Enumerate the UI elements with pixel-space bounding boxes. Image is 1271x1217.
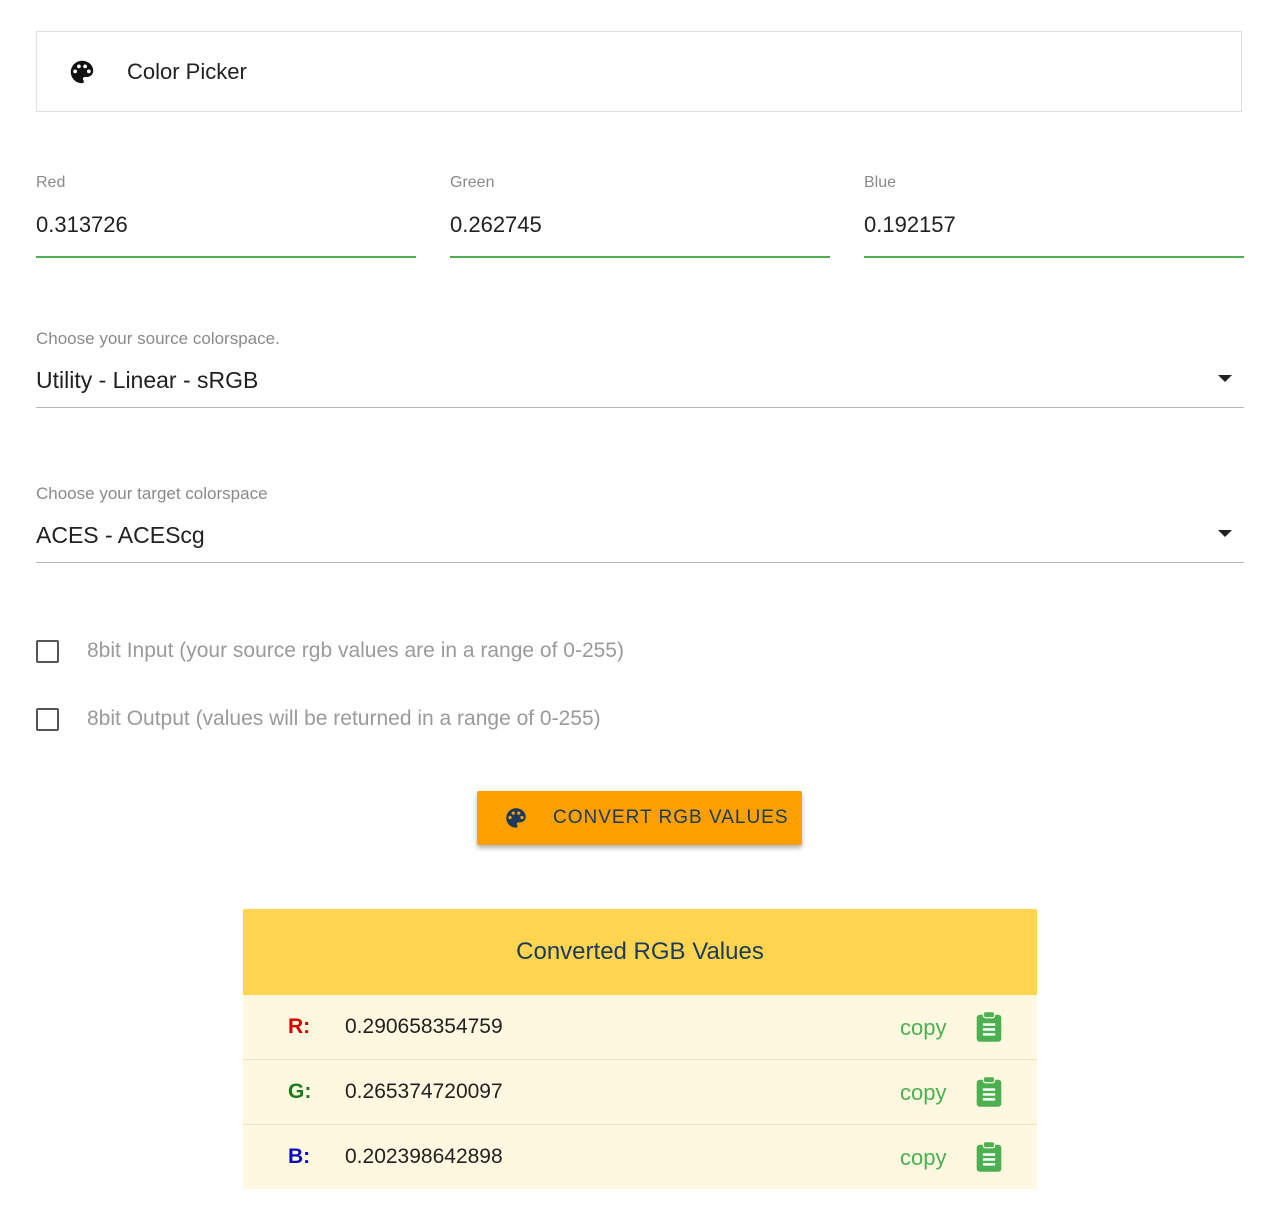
8bit-input-label[interactable]: 8bit Input (your source rgb values are i… bbox=[87, 639, 624, 663]
copy-link-b[interactable]: copy bbox=[900, 1145, 946, 1171]
source-colorspace-label: Choose your source colorspace. bbox=[36, 329, 280, 348]
channel-label-g: G: bbox=[288, 1080, 312, 1103]
clipboard-icon[interactable] bbox=[974, 1076, 1004, 1108]
blue-underline bbox=[864, 256, 1244, 258]
converted-values-title: Converted RGB Values bbox=[243, 909, 1037, 995]
app-title: Color Picker bbox=[127, 58, 247, 84]
source-colorspace-value[interactable]: Utility - Linear - sRGB bbox=[36, 367, 258, 394]
green-underline bbox=[450, 256, 830, 258]
blue-field[interactable]: Blue 0.192157 bbox=[864, 172, 1244, 260]
result-row-b: B: 0.202398642898 copy bbox=[243, 1125, 1037, 1189]
source-underline bbox=[36, 407, 1244, 408]
result-value-r: 0.290658354759 bbox=[345, 1015, 503, 1038]
8bit-input-checkbox[interactable] bbox=[36, 639, 59, 663]
blue-input[interactable]: 0.192157 bbox=[864, 212, 956, 238]
target-colorspace-select[interactable]: Choose your target colorspace ACES - ACE… bbox=[36, 484, 1244, 564]
converted-values-panel: Converted RGB Values R: 0.290658354759 c… bbox=[243, 909, 1037, 1189]
red-field[interactable]: Red 0.313726 bbox=[36, 172, 416, 260]
target-colorspace-label: Choose your target colorspace bbox=[36, 484, 268, 503]
palette-icon bbox=[70, 60, 94, 83]
dropdown-arrow-icon[interactable] bbox=[1218, 375, 1232, 382]
target-colorspace-value[interactable]: ACES - ACEScg bbox=[36, 522, 205, 549]
red-input[interactable]: 0.313726 bbox=[36, 212, 128, 238]
8bit-output-option[interactable]: 8bit Output (values will be returned in … bbox=[36, 707, 601, 731]
green-field[interactable]: Green 0.262745 bbox=[450, 172, 830, 260]
result-row-r: R: 0.290658354759 copy bbox=[243, 995, 1037, 1060]
8bit-output-checkbox[interactable] bbox=[36, 707, 59, 731]
green-input[interactable]: 0.262745 bbox=[450, 212, 542, 238]
clipboard-icon[interactable] bbox=[974, 1141, 1004, 1173]
result-row-g: G: 0.265374720097 copy bbox=[243, 1060, 1037, 1125]
8bit-output-label[interactable]: 8bit Output (values will be returned in … bbox=[87, 707, 601, 731]
red-underline bbox=[36, 256, 416, 258]
channel-label-b: B: bbox=[288, 1145, 311, 1168]
result-value-g: 0.265374720097 bbox=[345, 1080, 503, 1103]
convert-button-label: CONVERT RGB VALUES bbox=[553, 807, 789, 828]
red-label: Red bbox=[36, 174, 66, 191]
dropdown-arrow-icon[interactable] bbox=[1218, 530, 1232, 537]
blue-label: Blue bbox=[864, 174, 897, 191]
convert-rgb-button[interactable]: CONVERT RGB VALUES bbox=[477, 791, 802, 845]
copy-link-g[interactable]: copy bbox=[900, 1080, 946, 1106]
green-label: Green bbox=[450, 174, 495, 191]
channel-label-r: R: bbox=[288, 1015, 311, 1038]
copy-link-r[interactable]: copy bbox=[900, 1015, 946, 1041]
result-value-b: 0.202398642898 bbox=[345, 1145, 503, 1168]
8bit-input-option[interactable]: 8bit Input (your source rgb values are i… bbox=[36, 639, 624, 663]
source-colorspace-select[interactable]: Choose your source colorspace. Utility -… bbox=[36, 329, 1244, 409]
clipboard-icon[interactable] bbox=[974, 1011, 1004, 1043]
target-underline bbox=[36, 562, 1244, 563]
palette-icon bbox=[506, 808, 526, 828]
app-bar: Color Picker bbox=[36, 31, 1242, 112]
